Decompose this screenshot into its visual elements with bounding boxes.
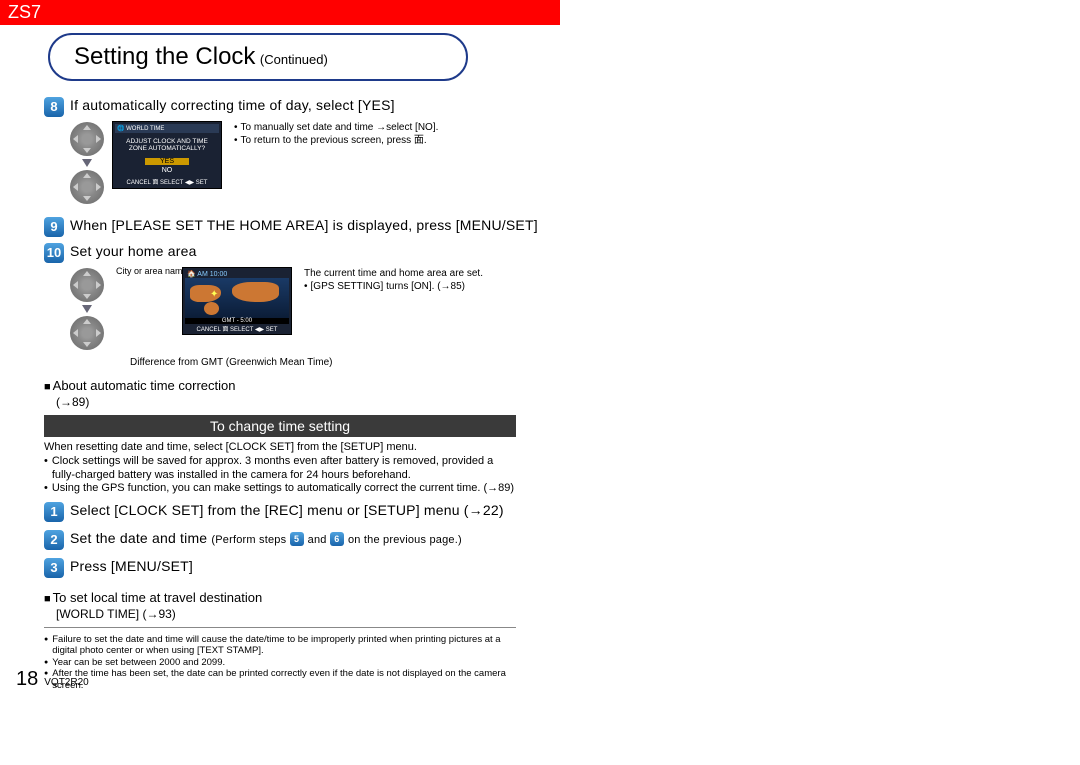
local-time-heading: To set local time at travel destination (44, 590, 560, 605)
dpad-icon (70, 268, 104, 302)
lcd-no: NO (115, 167, 219, 174)
lcd-clock: 🏠 AM 10:00 (185, 270, 229, 278)
lcd-screenshot-worldtime: 🌐 WORLD TIME ADJUST CLOCK AND TIME ZONE … (112, 121, 222, 189)
body-bullet: Clock settings will be saved for approx.… (52, 455, 516, 483)
manual-page: ZS7 Setting the Clock (Continued) 8 If a… (0, 0, 560, 691)
cstep2-a: Set the date and time (70, 530, 207, 546)
model-bar: ZS7 (0, 0, 560, 25)
divider (44, 627, 516, 628)
lcd-bottom: CANCEL 面 SELECT ◀▶ SET (115, 177, 219, 186)
step-9-text: When [PLEASE SET THE HOME AREA] is displ… (70, 217, 538, 233)
page-title: Setting the Clock (74, 43, 255, 70)
cstep2-text: Set the date and time (Perform steps 5 a… (70, 530, 462, 546)
lcd-bottom: CANCEL 面 SELECT ◀▶ SET (183, 324, 291, 333)
cstep2-c: and (308, 534, 330, 546)
lcd-message: ADJUST CLOCK AND TIME ZONE AUTOMATICALLY… (115, 136, 219, 156)
note-text: [GPS SETTING] turns [ON]. (→85) (311, 280, 465, 293)
step-10-body: City or area name Current time 🏠 AM 10:0… (70, 267, 540, 351)
note-intro: The current time and home area are set. (304, 267, 483, 280)
footnotes: Failure to set the date and time will ca… (44, 634, 516, 691)
cstep2-b: (Perform steps (211, 534, 289, 546)
step-number-10: 10 (44, 243, 64, 263)
local-time-ref: [WORLD TIME] (→93) (56, 607, 560, 621)
step-10-notes: The current time and home area are set. … (304, 267, 483, 293)
cstep2-d: on the previous page.) (348, 534, 462, 546)
page-number: 18 (16, 668, 38, 691)
doc-code: VQT2R20 (44, 677, 88, 688)
footnote: After the time has been set, the date ca… (52, 668, 516, 691)
step-10-row: 10 Set your home area (0, 241, 560, 267)
step-8-row: 8 If automatically correcting time of da… (0, 93, 560, 121)
cstep3-text: Press [MENU/SET] (70, 558, 193, 574)
footnote: Year can be set between 2000 and 2099. (52, 657, 225, 668)
body-line: When resetting date and time, select [CL… (44, 441, 516, 455)
lcd-yes: YES (145, 158, 189, 165)
step-8-notes: To manually set date and time →select [N… (234, 121, 438, 147)
change-step-3: 3 Press [MENU/SET] (0, 554, 560, 582)
dpad-icon (70, 316, 104, 350)
dpad-column (70, 121, 104, 205)
step-8-body: 🌐 WORLD TIME ADJUST CLOCK AND TIME ZONE … (70, 121, 540, 205)
callout-labels: City or area name Current time (116, 267, 176, 335)
step-number-2: 2 (44, 530, 64, 550)
body-bullet: Using the GPS function, you can make set… (52, 482, 514, 496)
map-cursor-icon: ✦ (210, 290, 218, 300)
step-number-9: 9 (44, 217, 64, 237)
lcd-header: 🌐 WORLD TIME (115, 124, 219, 133)
change-step-1: 1 Select [CLOCK SET] from the [REC] menu… (0, 498, 560, 526)
page-footer: 18 VQT2R20 (16, 668, 89, 691)
step-number-1: 1 (44, 502, 64, 522)
inline-step-icon-6: 6 (330, 532, 344, 546)
lcd-map: ✦ (185, 278, 289, 322)
dpad-icon (70, 170, 104, 204)
note-text: To return to the previous screen, press … (241, 134, 427, 147)
step-9-row: 9 When [PLEASE SET THE HOME AREA] is dis… (0, 213, 560, 241)
dpad-icon (70, 122, 104, 156)
change-step-2: 2 Set the date and time (Perform steps 5… (0, 526, 560, 554)
auto-correction-heading: About automatic time correction (44, 378, 560, 393)
step-8-text: If automatically correcting time of day,… (70, 97, 395, 113)
cstep1-text: Select [CLOCK SET] from the [REC] menu o… (70, 502, 504, 518)
change-time-bar: To change time setting (44, 415, 516, 437)
footnote: Failure to set the date and time will ca… (52, 634, 516, 657)
arrow-down-icon (82, 159, 92, 167)
note-text: To manually set date and time →select [N… (241, 121, 439, 134)
arrow-down-icon (82, 305, 92, 313)
lcd-screenshot-map: 🏠 AM 10:00 ✦ GMT - 5:00 CANCEL 面 SELECT … (182, 267, 292, 335)
page-title-continued: (Continued) (260, 52, 328, 67)
auto-correction-ref: (→89) (56, 395, 560, 409)
step-10-text: Set your home area (70, 243, 197, 259)
label-city-area: City or area name (116, 267, 188, 277)
dpad-column (70, 267, 104, 351)
inline-step-icon-5: 5 (290, 532, 304, 546)
step-number-3: 3 (44, 558, 64, 578)
change-body: When resetting date and time, select [CL… (44, 441, 516, 496)
step-number-8: 8 (44, 97, 64, 117)
page-title-box: Setting the Clock (Continued) (48, 33, 468, 81)
gmt-diff-caption: Difference from GMT (Greenwich Mean Time… (130, 357, 560, 368)
